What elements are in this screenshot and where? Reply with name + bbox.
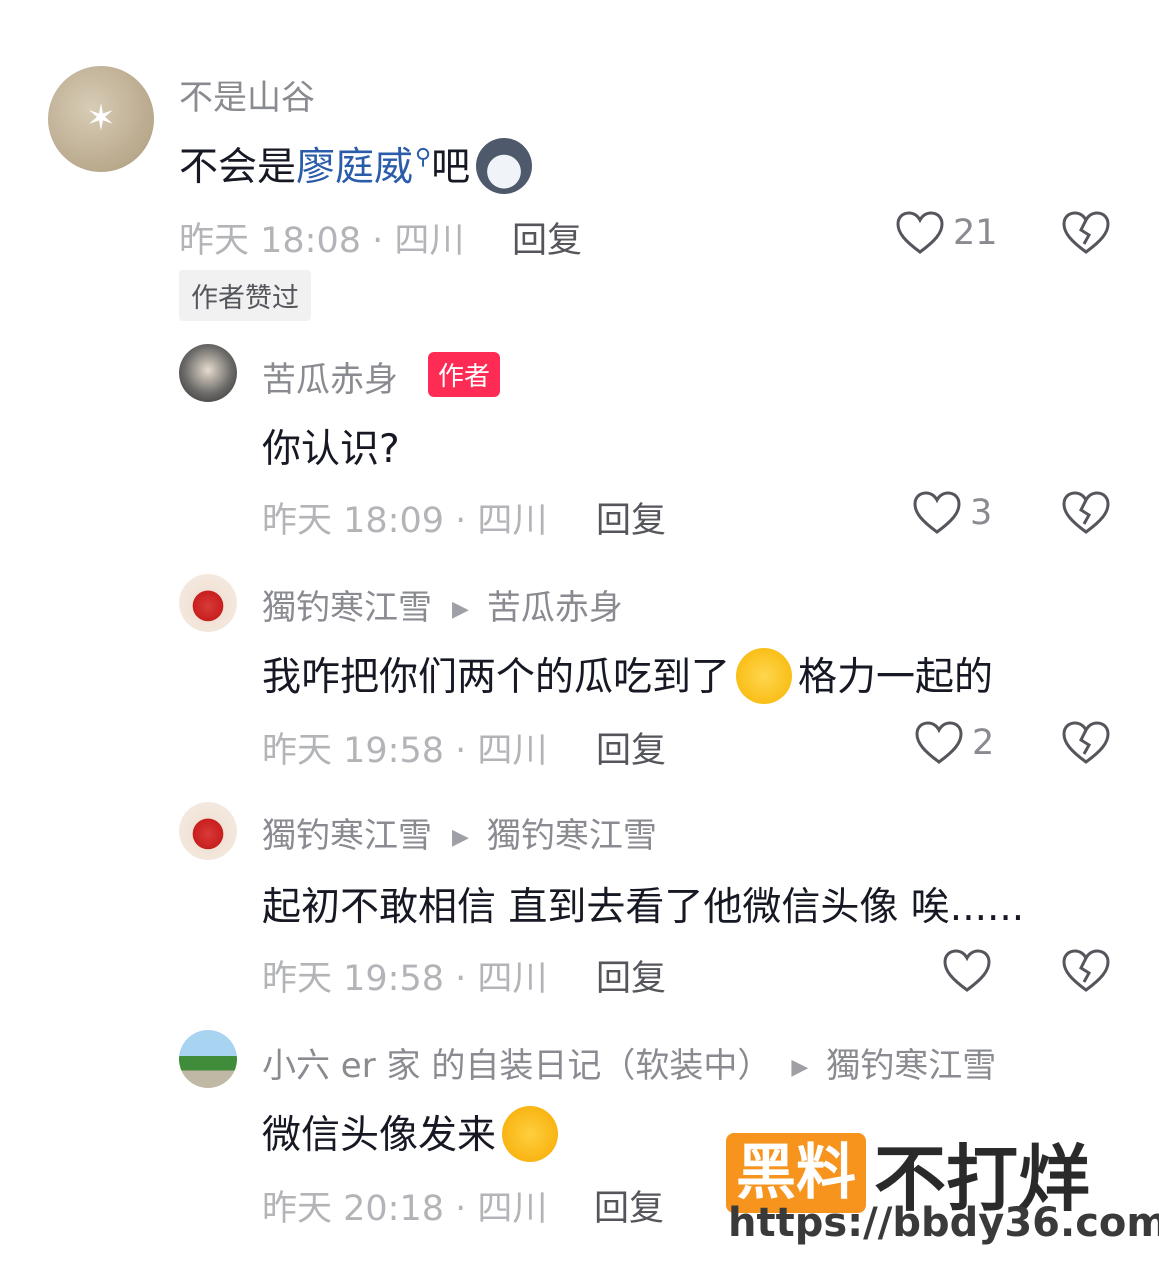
- broken-heart-icon[interactable]: [1061, 490, 1111, 536]
- search-icon[interactable]: ⚲: [415, 145, 431, 170]
- broken-heart-icon[interactable]: [1061, 720, 1111, 766]
- broken-heart-icon[interactable]: [1061, 948, 1111, 994]
- username[interactable]: 獨钓寒江雪: [262, 816, 432, 856]
- heart-icon: [915, 721, 963, 764]
- heart-icon: [943, 949, 991, 992]
- username-line: 小六 er 家 的自装日记（软装中） ▶ 獨钓寒江雪: [262, 1038, 996, 1087]
- heart-icon: [913, 491, 961, 534]
- grin-sweat-emoji-icon: [736, 647, 793, 704]
- reply-to-username[interactable]: 獨钓寒江雪: [826, 1046, 996, 1086]
- reply-button[interactable]: 回复: [594, 1180, 664, 1231]
- watermark-url: https://bbdy36.com: [728, 1200, 1159, 1246]
- reply-arrow-icon: ▶: [791, 1055, 809, 1080]
- like-button[interactable]: 3: [912, 490, 992, 536]
- reply-arrow-icon: ▶: [452, 597, 469, 622]
- starfish-icon: ✶: [85, 98, 117, 139]
- comment-text: 我咋把你们两个的瓜吃到了 格力一起的: [262, 646, 993, 708]
- like-count: 2: [972, 723, 995, 763]
- avatar[interactable]: [179, 344, 237, 402]
- like-count: 21: [953, 213, 998, 253]
- like-button[interactable]: [942, 948, 1000, 994]
- reply-button[interactable]: 回复: [596, 722, 666, 773]
- comment-text: 微信头像发来: [262, 1104, 564, 1166]
- username[interactable]: 獨钓寒江雪: [262, 588, 432, 628]
- avatar[interactable]: ✶: [48, 66, 154, 172]
- avatar[interactable]: [179, 574, 237, 632]
- author-liked-badge: 作者赞过: [179, 270, 311, 321]
- username-line: 獨钓寒江雪 ▶ 苦瓜赤身: [262, 580, 623, 629]
- like-button[interactable]: 2: [914, 720, 994, 766]
- broken-heart-icon[interactable]: [1061, 210, 1111, 256]
- comment-text-part: 吧: [431, 145, 471, 190]
- reply-arrow-icon: ▶: [452, 825, 469, 850]
- comment-time-location: 昨天 19:58 · 四川: [262, 731, 548, 771]
- like-count: 3: [970, 493, 993, 533]
- comment-time-location: 昨天 18:08 · 四川: [179, 221, 465, 261]
- reply-button[interactable]: 回复: [596, 492, 666, 543]
- avatar[interactable]: [179, 802, 237, 860]
- username[interactable]: 不是山谷: [179, 70, 315, 119]
- reply-button[interactable]: 回复: [512, 212, 582, 263]
- search-link[interactable]: 廖庭威: [296, 145, 413, 190]
- username-line: 獨钓寒江雪 ▶ 獨钓寒江雪: [262, 808, 657, 857]
- comment-time-location: 昨天 20:18 · 四川: [262, 1189, 548, 1229]
- wolf-emoji-icon: [476, 137, 533, 194]
- comment-text-part: 格力一起的: [798, 655, 994, 700]
- comment-text-part: 不会是: [179, 145, 297, 190]
- comment-text: 你认识?: [262, 427, 400, 472]
- comment-text-part: 微信头像发来: [262, 1113, 497, 1158]
- comment-time-location: 昨天 18:09 · 四川: [262, 501, 548, 541]
- like-button[interactable]: 21: [895, 210, 998, 256]
- comment-text-part: 我咋把你们两个的瓜吃到了: [262, 655, 731, 700]
- author-tag: 作者: [428, 352, 501, 397]
- reply-to-username[interactable]: 獨钓寒江雪: [487, 816, 657, 856]
- heart-icon: [896, 211, 944, 254]
- username[interactable]: 苦瓜赤身: [262, 352, 398, 401]
- avatar[interactable]: [179, 1030, 237, 1088]
- comment-text: 不会是廖庭威⚲吧: [179, 136, 538, 198]
- reply-to-username[interactable]: 苦瓜赤身: [487, 588, 623, 628]
- comment-text: 起初不敢相信 直到去看了他微信头像 唉......: [262, 885, 1025, 930]
- username[interactable]: 小六 er 家 的自装日记（软装中）: [262, 1046, 771, 1086]
- laugh-cry-emoji-icon: [502, 1105, 559, 1162]
- reply-button[interactable]: 回复: [596, 950, 666, 1001]
- comment-time-location: 昨天 19:58 · 四川: [262, 959, 548, 999]
